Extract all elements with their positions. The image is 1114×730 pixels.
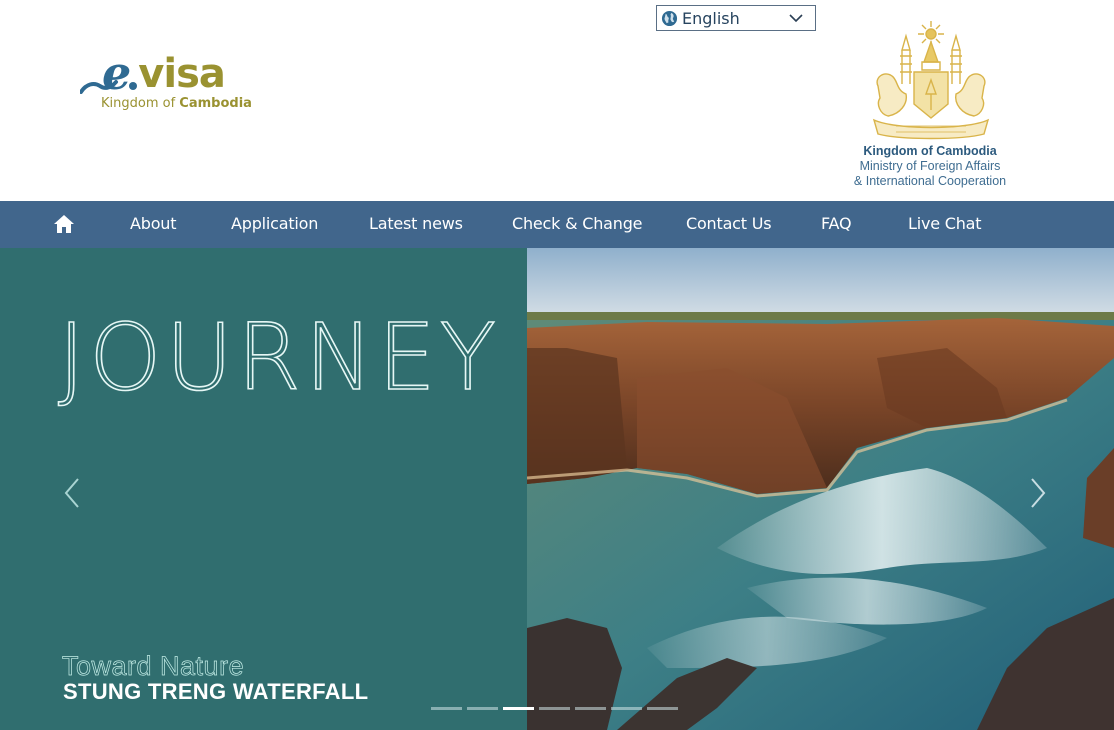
- language-select[interactable]: English: [656, 5, 816, 31]
- site-header: e visa Kingdom of Cambodia English Kingd…: [0, 0, 1114, 201]
- carousel-indicator-2[interactable]: [467, 707, 498, 710]
- hero-title: JOURNEY: [57, 303, 500, 412]
- hero-carousel: JOURNEY Toward Nature STUNG TRENG WATERF…: [0, 248, 1114, 730]
- hero-subtitle-text: Toward Nature: [62, 651, 245, 682]
- carousel-indicator-6[interactable]: [611, 707, 642, 710]
- language-label: English: [682, 8, 740, 28]
- carousel-indicator-5[interactable]: [575, 707, 606, 710]
- carousel-indicator-7[interactable]: [647, 707, 678, 710]
- nav-item-contact-us[interactable]: Contact Us: [686, 214, 772, 233]
- ministry-line-1: Kingdom of Cambodia: [863, 144, 997, 158]
- main-navbar: About Application Latest news Check & Ch…: [0, 201, 1114, 248]
- evisa-logo[interactable]: e visa Kingdom of Cambodia: [80, 46, 252, 116]
- ministry-line-2: Ministry of Foreign Affairs: [859, 159, 1001, 173]
- logo-subtitle-bold: Cambodia: [179, 96, 252, 111]
- hero-title-text: JOURNEY: [57, 303, 500, 412]
- globe-icon: [661, 10, 678, 26]
- carousel-indicators: [431, 707, 678, 710]
- hero-subtitle: Toward Nature: [62, 651, 244, 682]
- logo-e: e: [102, 46, 131, 100]
- nav-item-live-chat[interactable]: Live Chat: [908, 214, 982, 233]
- chevron-left-icon[interactable]: [60, 475, 84, 511]
- nav-item-application[interactable]: Application: [231, 214, 318, 233]
- nav-item-check-change[interactable]: Check & Change: [512, 214, 643, 233]
- home-icon[interactable]: [53, 214, 75, 234]
- nav-item-about[interactable]: About: [130, 214, 177, 233]
- logo-dot: [129, 82, 138, 90]
- nav-item-faq[interactable]: FAQ: [821, 214, 852, 233]
- chevron-right-icon[interactable]: [1026, 475, 1050, 511]
- chevron-down-icon: [789, 14, 803, 23]
- hero-location: STUNG TRENG WATERFALL: [63, 679, 369, 704]
- carousel-indicator-1[interactable]: [431, 707, 462, 710]
- logo-visa: visa: [138, 51, 226, 97]
- ministry-line-3: & International Cooperation: [853, 174, 1007, 188]
- nav-item-latest-news[interactable]: Latest news: [369, 214, 463, 233]
- ministry-label: Kingdom of Cambodia Ministry of Foreign …: [840, 143, 1020, 189]
- carousel-indicator-4[interactable]: [539, 707, 570, 710]
- logo-subtitle-plain: Kingdom of: [101, 96, 180, 111]
- royal-coat-of-arms-icon: [872, 21, 990, 140]
- carousel-indicator-3[interactable]: [503, 707, 534, 710]
- logo-subtitle: Kingdom of Cambodia: [101, 96, 252, 111]
